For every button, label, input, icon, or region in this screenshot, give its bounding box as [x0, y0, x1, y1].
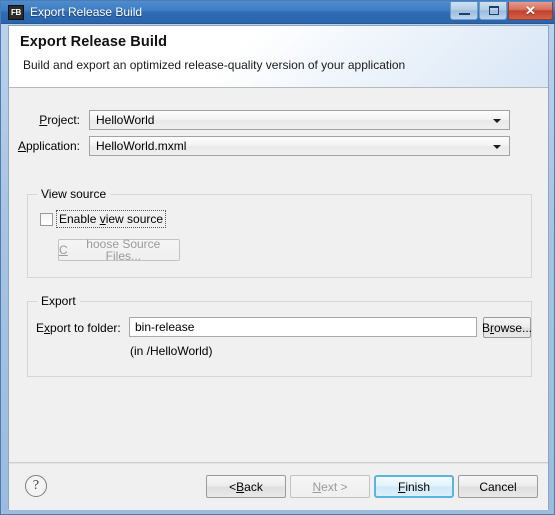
help-icon[interactable]: ?: [25, 475, 47, 497]
project-row: Project: HelloWorld: [9, 110, 510, 130]
dialog-client-area: Export Release Build Build and export an…: [8, 25, 549, 510]
export-group: Export Export to folder: bin-release Bro…: [27, 294, 532, 377]
view-source-legend: View source: [37, 187, 111, 201]
choose-source-files-button[interactable]: Choose Source Files...: [58, 238, 180, 262]
enable-view-source-label: Enable view source: [55, 210, 167, 228]
maximize-button[interactable]: [479, 2, 507, 20]
footer-button-group: < Back Next > Finish Cancel: [206, 475, 538, 498]
restore-icon: [489, 6, 499, 15]
page-title: Export Release Build: [20, 34, 168, 50]
export-legend: Export: [37, 294, 80, 308]
browse-button[interactable]: Br owse...: [482, 317, 532, 338]
application-label: Application:: [17, 139, 80, 153]
enable-view-source-row[interactable]: Enable view source: [40, 210, 167, 228]
export-to-folder-label: Export to folder:: [36, 321, 121, 335]
export-folder-input[interactable]: bin-release: [129, 317, 477, 337]
minimize-button[interactable]: [450, 2, 478, 20]
view-source-group: View source Enable view source Choose So…: [27, 187, 532, 278]
page-subtitle: Build and export an optimized release-qu…: [23, 58, 406, 72]
dialog-footer: ? < Back Next > Finish Cancel: [9, 463, 548, 510]
application-value: HelloWorld.mxml: [96, 139, 187, 153]
title-bar: FB Export Release Build ✕: [1, 1, 555, 24]
dialog-header-banner: Export Release Build Build and export an…: [9, 26, 548, 88]
application-dropdown[interactable]: HelloWorld.mxml: [89, 136, 510, 156]
back-button[interactable]: < Back: [206, 475, 286, 498]
export-folder-hint: (in /HelloWorld): [130, 344, 213, 358]
enable-view-source-checkbox[interactable]: [40, 212, 53, 226]
chevron-down-icon: [493, 119, 501, 123]
finish-button[interactable]: Finish: [374, 475, 454, 498]
export-release-build-dialog: FB Export Release Build ✕ Export Release…: [0, 0, 555, 515]
cancel-button[interactable]: Cancel: [458, 475, 538, 498]
project-label: Project:: [39, 113, 80, 127]
project-dropdown[interactable]: HelloWorld: [89, 110, 510, 130]
close-icon: ✕: [525, 3, 536, 18]
next-button[interactable]: Next >: [290, 475, 370, 498]
application-row: Application: HelloWorld.mxml: [9, 136, 510, 156]
export-folder-value: bin-release: [135, 320, 195, 334]
flash-builder-icon: FB: [8, 5, 24, 20]
dialog-body: Project: HelloWorld Application: HelloWo…: [9, 88, 548, 463]
project-value: HelloWorld: [96, 113, 155, 127]
close-button[interactable]: ✕: [508, 2, 553, 20]
window-controls: ✕: [450, 2, 553, 20]
chevron-down-icon: [493, 145, 501, 149]
minimize-icon: [459, 13, 470, 15]
window-title: Export Release Build: [30, 5, 143, 19]
